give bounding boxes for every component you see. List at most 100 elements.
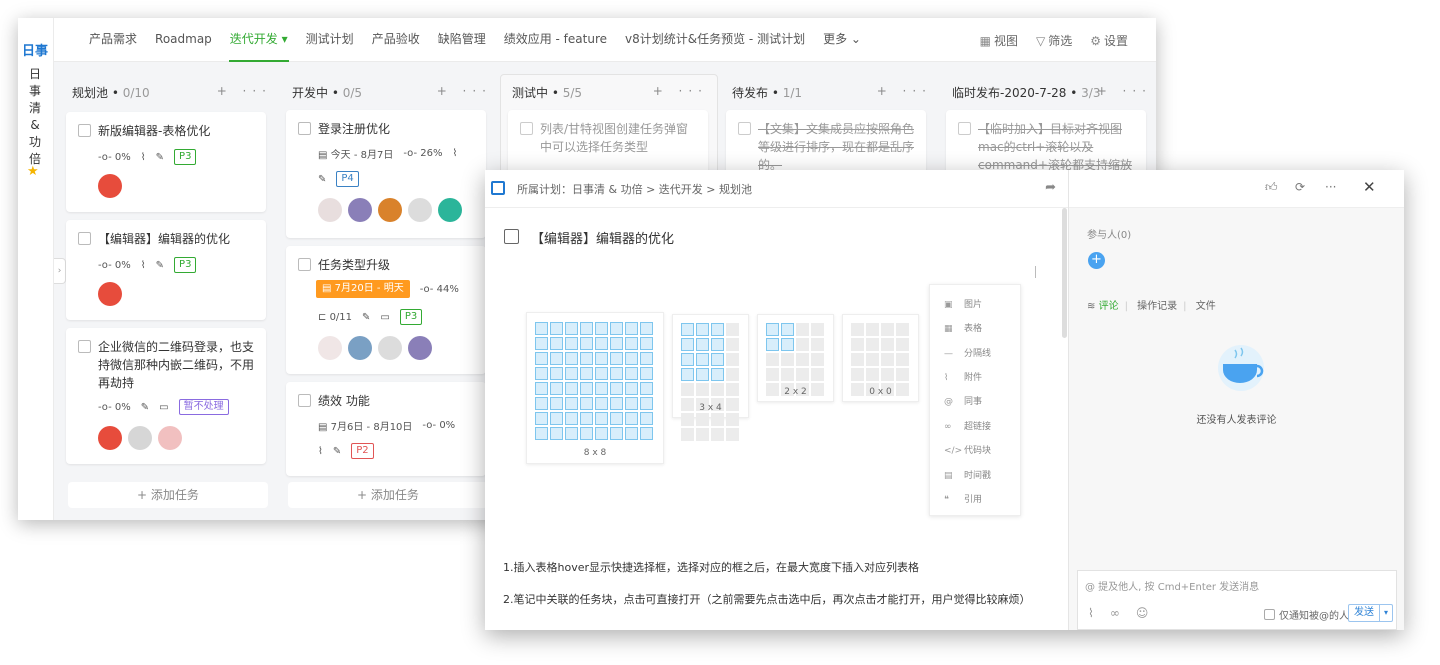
grid-cell[interactable] [565,337,578,350]
grid-cells[interactable] [681,323,739,441]
share-icon[interactable]: ➦ [1045,180,1056,195]
menu-item-image[interactable]: ▣ 图片 [944,297,982,310]
tab-defects[interactable]: 缺陷管理 [429,18,495,62]
grid-cell[interactable] [580,382,593,395]
task-card[interactable]: 企业微信的二维码登录，也支持微信那种内嵌二维码，不用再劫持 -o- 0% ✎ ▭… [66,328,266,464]
grid-cells[interactable] [535,322,653,440]
tab-activity-log[interactable]: 操作记录 [1137,301,1177,312]
grid-cell[interactable] [766,368,779,381]
avatar[interactable] [408,198,432,222]
grid-cell[interactable] [726,368,739,381]
link-icon[interactable]: ∞ [1110,606,1120,620]
grid-cell[interactable] [595,382,608,395]
tab-product-req[interactable]: 产品需求 [80,18,146,62]
grid-cell[interactable] [610,352,623,365]
grid-cell[interactable] [696,428,709,441]
table-grid-picker[interactable]: 0 x 0 [842,314,919,402]
grid-cell[interactable] [851,353,864,366]
grid-cell[interactable] [726,353,739,366]
avatar[interactable] [318,336,342,360]
grid-cell[interactable] [610,397,623,410]
grid-cell[interactable] [535,367,548,380]
menu-item-table[interactable]: ▦ 表格 [944,321,982,334]
grid-cell[interactable] [535,382,548,395]
grid-cell[interactable] [580,397,593,410]
tab-files[interactable]: 文件 [1196,301,1216,312]
grid-cell[interactable] [896,353,909,366]
grid-cell[interactable] [851,323,864,336]
grid-cell[interactable] [550,337,563,350]
grid-cell[interactable] [811,368,824,381]
menu-item-timestamp[interactable]: ▤ 时间戳 [944,468,991,481]
grid-cell[interactable] [811,338,824,351]
notify-checkbox[interactable] [1264,609,1275,620]
avatar[interactable] [98,426,122,450]
grid-cell[interactable] [550,367,563,380]
grid-cell[interactable] [550,322,563,335]
close-icon[interactable]: ✕ [1363,178,1376,196]
tab-more[interactable]: 更多 ⌄ [814,18,870,62]
tab-test-plan[interactable]: 测试计划 [297,18,363,62]
avatar[interactable] [408,336,432,360]
grid-cell[interactable] [866,338,879,351]
task-checkbox[interactable] [298,394,311,407]
grid-cell[interactable] [610,322,623,335]
thumbs-up-icon[interactable]: 👍︎ [1265,180,1278,195]
grid-cell[interactable] [781,368,794,381]
menu-item-quote[interactable]: ❝ 引用 [944,492,982,505]
grid-cell[interactable] [565,322,578,335]
note-paragraph[interactable]: 2.笔记中关联的任务块，点击可直接打开（之前需要先点击选中后，再次点击才能打开，… [503,591,1031,607]
star-icon[interactable]: ★ [27,164,39,179]
grid-cell[interactable] [535,397,548,410]
grid-cell[interactable] [625,322,638,335]
grid-cell[interactable] [595,412,608,425]
grid-cell[interactable] [580,337,593,350]
avatar[interactable] [378,336,402,360]
grid-cell[interactable] [711,368,724,381]
grid-cell[interactable] [640,322,653,335]
grid-cell[interactable] [851,368,864,381]
comment-input[interactable]: @ 提及他人, 按 Cmd+Enter 发送消息 [1085,578,1259,593]
grid-cell[interactable] [625,382,638,395]
avatar[interactable] [98,282,122,306]
menu-item-code[interactable]: </> 代码块 [944,443,991,456]
more-icon[interactable]: ··· [1325,180,1336,194]
task-checkbox[interactable] [78,232,91,245]
grid-cell[interactable] [595,367,608,380]
grid-cell[interactable] [896,323,909,336]
task-checkbox[interactable] [504,229,519,244]
view-button[interactable]: ▦ 视图 [980,32,1018,49]
grid-cell[interactable] [550,382,563,395]
grid-cell[interactable] [580,352,593,365]
table-grid-picker[interactable]: 3 x 4 [672,314,749,441]
grid-cell[interactable] [696,383,709,396]
grid-cell[interactable] [796,338,809,351]
grid-cell[interactable] [640,367,653,380]
grid-cell[interactable] [580,427,593,440]
grid-cell[interactable] [610,337,623,350]
emoji-icon[interactable]: ☺ [1136,606,1149,620]
avatar[interactable] [348,198,372,222]
task-card[interactable]: 【编辑器】编辑器的优化 -o- 0% ⌇ ✎ P3 [66,220,266,320]
grid-cell[interactable] [550,352,563,365]
editor-scrollbar[interactable] [1062,208,1067,338]
tab-acceptance[interactable]: 产品验收 [363,18,429,62]
task-checkbox-checked[interactable] [520,122,533,135]
sidebar-collapse-handle[interactable]: › [54,258,66,284]
grid-cell[interactable] [610,412,623,425]
grid-cell[interactable] [881,368,894,381]
breadcrumb[interactable]: 所属计划：日事清 & 功倍 > 迭代开发 > 规划池 [517,181,752,197]
chevron-down-icon[interactable]: ▾ [1379,605,1392,621]
column-ops[interactable]: + ··· [217,84,272,98]
table-grid-picker[interactable]: 8 x 8 [526,312,664,464]
grid-cell[interactable] [766,323,779,336]
tab-comments[interactable]: 评论 [1099,301,1119,312]
grid-cell[interactable] [681,383,694,396]
grid-cell[interactable] [625,397,638,410]
grid-cells[interactable] [766,323,824,396]
grid-cell[interactable] [640,412,653,425]
task-card[interactable]: 绩效 功能 ▤ 7月6日 - 8月10日 -o- 0% ⌇ ✎ P2 [286,382,486,476]
grid-cell[interactable] [896,338,909,351]
menu-item-divider[interactable]: — 分隔线 [944,346,991,359]
task-card[interactable]: 登录注册优化 ▤ 今天 - 8月7日 -o- 26% ⌇ ✎ P4 [286,110,486,238]
